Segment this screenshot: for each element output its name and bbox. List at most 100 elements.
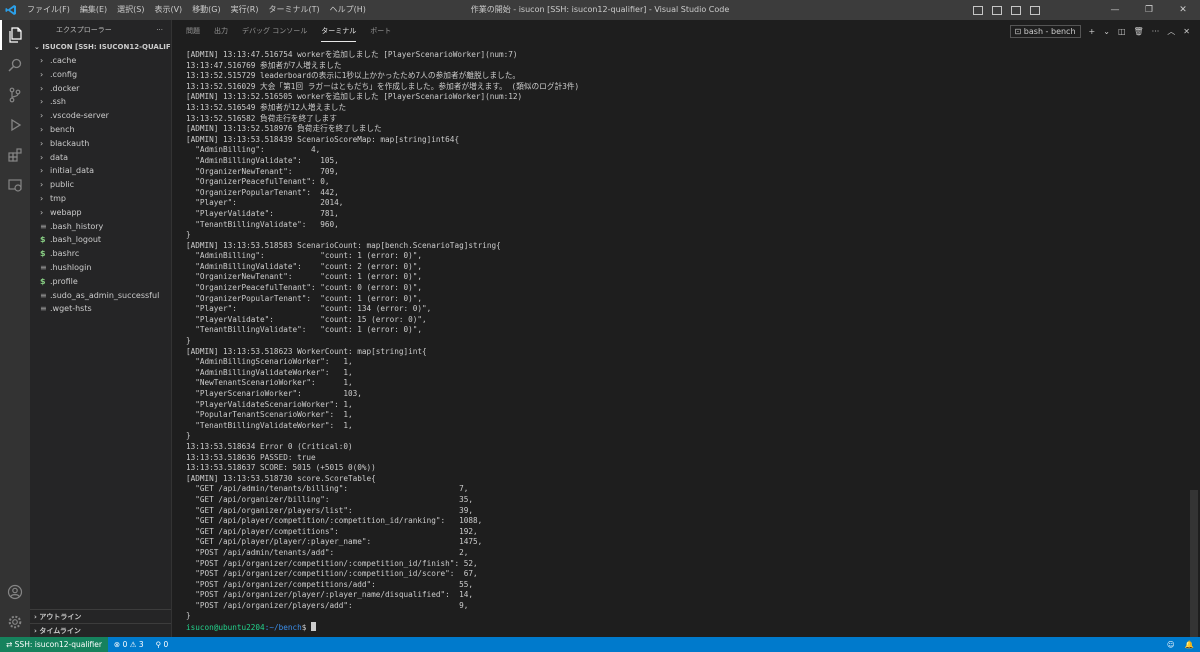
- tree-item[interactable]: ≡ .wget-hsts: [30, 302, 171, 316]
- tree-item[interactable]: ≡ .bash_history: [30, 220, 171, 234]
- terminal-line: "OrganizerPeacefulTenant": 0,: [186, 177, 330, 187]
- toggle-secondary-sidebar-icon[interactable]: [1011, 5, 1021, 15]
- terminal-line: "TenantBillingValidate": "count: 1 (erro…: [186, 325, 423, 335]
- title-bar: ファイル(F) 編集(E) 選択(S) 表示(V) 移動(G) 実行(R) ター…: [0, 0, 1200, 20]
- menu-go[interactable]: 移動(G): [187, 0, 225, 20]
- menu-terminal[interactable]: ターミナル(T): [263, 0, 324, 20]
- tab-terminal[interactable]: ターミナル: [321, 20, 357, 42]
- tree-item[interactable]: › webapp: [30, 206, 171, 220]
- menu-view[interactable]: 表示(V): [149, 0, 187, 20]
- menu-run[interactable]: 実行(R): [226, 0, 264, 20]
- split-terminal-icon[interactable]: ◫: [1118, 27, 1126, 36]
- tree-item[interactable]: $ .profile: [30, 275, 171, 289]
- tree-item-label: webapp: [50, 207, 82, 217]
- toggle-panel-icon[interactable]: [992, 5, 1002, 15]
- terminal-line: "AdminBilling": "count: 1 (error: 0)",: [186, 251, 423, 261]
- tree-item[interactable]: › blackauth: [30, 137, 171, 151]
- source-control-icon[interactable]: [0, 80, 30, 110]
- tree-item[interactable]: › .config: [30, 68, 171, 82]
- tree-item[interactable]: › initial_data: [30, 164, 171, 178]
- terminal-line: "GET /api/organizer/players/list": 39,: [186, 505, 473, 515]
- menu-selection[interactable]: 選択(S): [112, 0, 149, 20]
- search-icon[interactable]: [0, 50, 30, 80]
- new-terminal-icon[interactable]: +: [1089, 27, 1096, 36]
- workspace-root[interactable]: ⌄ ISUCON [SSH: ISUCON12-QUALIFIER]: [30, 40, 171, 54]
- tree-item[interactable]: $ .bashrc: [30, 247, 171, 261]
- tree-item[interactable]: ≡ .sudo_as_admin_successful: [30, 289, 171, 303]
- terminal-prompt: isucon@ubuntu2204:~/bench$: [186, 622, 1176, 634]
- tree-item[interactable]: › public: [30, 178, 171, 192]
- terminal-line: "NewTenantScenarioWorker": 1,: [186, 378, 353, 388]
- terminal-line: [ADMIN] 13:13:53.518623 WorkerCount: map…: [186, 346, 427, 356]
- remote-indicator[interactable]: ⇄ SSH: isucon12-qualifier: [0, 637, 108, 652]
- notifications-bell-icon[interactable]: 🔔: [1185, 640, 1194, 649]
- account-icon[interactable]: [0, 577, 30, 607]
- run-debug-icon[interactable]: [0, 110, 30, 140]
- menu-help[interactable]: ヘルプ(H): [325, 0, 371, 20]
- minimize-icon[interactable]: —: [1098, 0, 1132, 20]
- problems-indicator[interactable]: ⊗ 0 ⚠ 3: [108, 637, 150, 652]
- remote-explorer-icon[interactable]: [0, 170, 30, 200]
- maximize-panel-icon[interactable]: ︿: [1167, 26, 1175, 37]
- terminal-line: "OrganizerPopularTenant": 442,: [186, 187, 339, 197]
- chevron-right-icon: ›: [40, 152, 44, 162]
- terminal-line: 13:13:52.516549 参加者が12人増えました: [186, 102, 347, 112]
- tree-item[interactable]: › .ssh: [30, 95, 171, 109]
- terminal-panel: 問題 出力 デバッグ コンソール ターミナル ポート ⊡ bash - benc…: [171, 20, 1200, 652]
- terminal-dropdown-icon[interactable]: ⌄: [1103, 27, 1110, 36]
- kill-terminal-icon[interactable]: 🗑: [1134, 27, 1144, 36]
- close-panel-icon[interactable]: ✕: [1183, 27, 1190, 36]
- tree-item[interactable]: › .docker: [30, 82, 171, 96]
- feedback-icon[interactable]: ☺: [1167, 640, 1175, 649]
- activity-bar: [0, 20, 30, 637]
- menu-edit[interactable]: 編集(E): [75, 0, 112, 20]
- terminal-line: "AdminBillingValidateWorker": 1,: [186, 367, 353, 377]
- terminal-line: 13:13:53.518634 Error 0 (Critical:0): [186, 441, 353, 451]
- chevron-right-icon: ›: [40, 180, 44, 190]
- chevron-right-icon: ›: [40, 138, 44, 148]
- tab-debug-console[interactable]: デバッグ コンソール: [242, 20, 307, 42]
- terminal-line: "TenantBillingValidate": 960,: [186, 219, 339, 229]
- terminal-line: [ADMIN] 13:13:52.518976 負荷走行を終了しました: [186, 124, 382, 134]
- tab-problems[interactable]: 問題: [186, 20, 200, 42]
- tree-item-label: .bash_history: [50, 221, 104, 231]
- toggle-primary-sidebar-icon[interactable]: [973, 5, 983, 15]
- terminal-scrollbar[interactable]: [1190, 50, 1198, 652]
- more-actions-icon[interactable]: ···: [1152, 27, 1160, 36]
- tab-output[interactable]: 出力: [214, 20, 228, 42]
- tree-item[interactable]: $ .bash_logout: [30, 233, 171, 247]
- tab-ports[interactable]: ポート: [370, 20, 391, 42]
- tree-item[interactable]: › tmp: [30, 192, 171, 206]
- terminal-line: "OrganizerPeacefulTenant": "count: 0 (er…: [186, 283, 423, 293]
- outline-section[interactable]: › アウトライン: [30, 609, 171, 623]
- terminal-line: 13:13:53.518636 PASSED: true: [186, 452, 316, 462]
- terminal-line: [ADMIN] 13:13:53.518439 ScenarioScoreMap…: [186, 134, 460, 144]
- window-controls: — ❐ ✕: [1098, 0, 1200, 20]
- timeline-section[interactable]: › タイムライン: [30, 623, 171, 637]
- scrollbar-thumb[interactable]: [1190, 490, 1198, 652]
- prompt-user: isucon@ubuntu2204: [186, 623, 265, 633]
- terminal-selector[interactable]: ⊡ bash - bench: [1009, 24, 1081, 38]
- restore-icon[interactable]: ❐: [1132, 0, 1166, 20]
- status-right: ☺ 🔔: [1167, 637, 1194, 652]
- close-icon[interactable]: ✕: [1166, 0, 1200, 20]
- terminal-output[interactable]: [ADMIN] 13:13:47.516754 workerを追加しました [P…: [186, 50, 1176, 635]
- explorer-icon[interactable]: [0, 20, 30, 50]
- tree-item[interactable]: › .cache: [30, 54, 171, 68]
- menu-file[interactable]: ファイル(F): [22, 0, 75, 20]
- settings-gear-icon[interactable]: [0, 607, 30, 637]
- tree-item[interactable]: › data: [30, 151, 171, 165]
- tree-item[interactable]: ≡ .hushlogin: [30, 261, 171, 275]
- terminal-line: }: [186, 431, 191, 441]
- prompt-symbol: $: [301, 623, 311, 633]
- tree-item-label: initial_data: [50, 166, 95, 176]
- extensions-icon[interactable]: [0, 140, 30, 170]
- tree-item[interactable]: › bench: [30, 123, 171, 137]
- terminal-line: "AdminBilling": 4,: [186, 145, 321, 155]
- chevron-right-icon: ›: [40, 83, 44, 93]
- explorer-title: エクスプローラー: [56, 26, 112, 34]
- customize-layout-icon[interactable]: [1030, 5, 1040, 15]
- more-actions-icon[interactable]: ···: [156, 26, 163, 34]
- tree-item[interactable]: › .vscode-server: [30, 109, 171, 123]
- ports-indicator[interactable]: ⚲ 0: [150, 637, 175, 652]
